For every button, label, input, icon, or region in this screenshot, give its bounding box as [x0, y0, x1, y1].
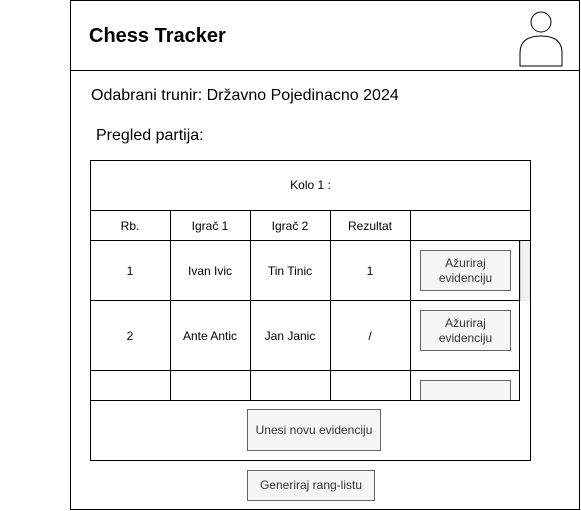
- new-entry-button[interactable]: Unesi novu evidenciju: [247, 409, 381, 451]
- update-record-button[interactable]: Ažuriraj evidenciju: [420, 250, 511, 291]
- column-header-player2: Igrač 2: [271, 219, 309, 233]
- games-overview-label: Pregled partija:: [96, 127, 204, 144]
- table-cell-player2: Jan Janic: [264, 328, 316, 343]
- header: Chess Tracker: [70, 0, 580, 71]
- table-cell-player1: Ante Antic: [182, 328, 238, 343]
- round-title: Kolo 1 :: [90, 160, 531, 211]
- column-header-result: Rezultat: [347, 219, 393, 233]
- table-cell-player1: Ivan Ivic: [187, 263, 232, 278]
- table-cell-rb: 1: [126, 263, 134, 278]
- table-cell-result: /: [368, 328, 372, 343]
- selected-tournament-label: Odabrani trunir: Državno Pojedinacno 202…: [91, 87, 399, 104]
- user-avatar-icon[interactable]: [519, 9, 563, 67]
- table-cell-rb: 2: [126, 328, 134, 343]
- update-record-button-partial[interactable]: [420, 380, 511, 400]
- row-divider: [90, 370, 520, 371]
- update-record-button[interactable]: Ažuriraj evidenciju: [420, 310, 511, 351]
- generate-ranking-button[interactable]: Generiraj rang-listu: [247, 470, 375, 501]
- column-header-player1: Igrač 1: [191, 219, 229, 233]
- table-cell-result: 1: [366, 263, 374, 278]
- table-scrollbar-thumb[interactable]: [520, 241, 530, 301]
- row-divider: [90, 400, 531, 401]
- column-header-rb: Rb.: [120, 219, 140, 233]
- app-title: Chess Tracker: [89, 25, 226, 47]
- column-divider: [410, 211, 411, 401]
- table-cell-player2: Tin Tinic: [267, 263, 313, 278]
